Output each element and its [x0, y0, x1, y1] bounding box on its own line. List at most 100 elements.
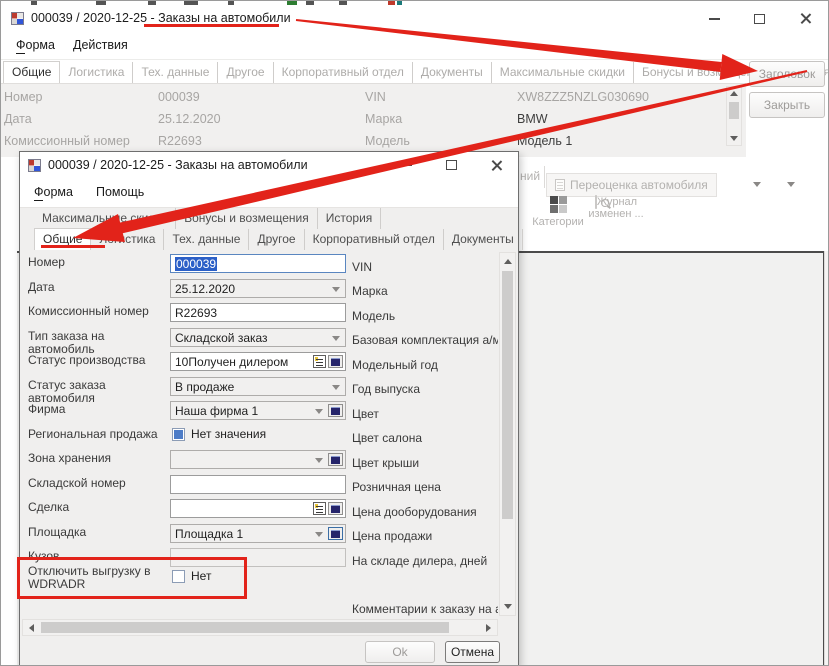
- close-button[interactable]: [791, 8, 819, 28]
- tab-obschie[interactable]: Общие: [3, 61, 60, 83]
- sdelka-input[interactable]: [170, 499, 346, 518]
- artifact: [31, 1, 37, 5]
- dtab-bonusy[interactable]: Бонусы и возмещения: [176, 208, 317, 229]
- toolbar-journal[interactable]: Журнал изменен ...: [587, 196, 645, 220]
- list-select-icon[interactable]: [313, 502, 326, 515]
- tab-dokumenty[interactable]: Документы: [413, 62, 492, 83]
- dtab-dokumenty[interactable]: Документы: [444, 229, 523, 250]
- tip-zakaza-combobox[interactable]: Складской заказ: [170, 328, 346, 347]
- accel-underline: [34, 200, 43, 201]
- right-label-modelny-god: Модельный год: [352, 358, 498, 372]
- right-label-cvet-kryshi: Цвет крыши: [352, 456, 498, 470]
- header-label: Номер: [4, 90, 42, 104]
- scroll-down-icon[interactable]: [504, 604, 512, 609]
- dialog-tabstrip-row2: Общие Логистика Тех. данные Другое Корпо…: [34, 229, 523, 250]
- tab-drugoe[interactable]: Другое: [218, 62, 273, 83]
- chevron-down-icon[interactable]: [312, 525, 326, 542]
- regional-sale-checkbox[interactable]: [172, 428, 185, 441]
- dtab-drugoe[interactable]: Другое: [249, 229, 304, 250]
- cancel-button[interactable]: Отмена: [445, 641, 500, 663]
- tab-teh-dannye[interactable]: Тех. данные: [133, 62, 218, 83]
- komissionny-input[interactable]: R22693: [170, 303, 346, 322]
- chevron-down-icon[interactable]: [329, 329, 343, 346]
- scroll-down-icon[interactable]: [730, 136, 738, 141]
- scroll-right-icon[interactable]: [486, 624, 491, 632]
- right-label-cvet: Цвет: [352, 407, 498, 421]
- zakryt-button[interactable]: Закрыть: [749, 92, 825, 118]
- minimize-button[interactable]: [700, 9, 728, 29]
- dtab-istoriya[interactable]: История: [318, 208, 382, 229]
- tab-korporativnyy-otdel[interactable]: Корпоративный отдел: [274, 62, 413, 83]
- artifact: [306, 1, 314, 5]
- header-value: R22693: [158, 134, 202, 148]
- header-vertical-scrollbar[interactable]: [726, 86, 742, 146]
- header-label: Дата: [4, 112, 32, 126]
- zagolovok-button[interactable]: Заголовок: [749, 61, 825, 87]
- selected-text: 000039: [175, 257, 217, 271]
- open-form-icon[interactable]: [328, 404, 343, 417]
- dialog-titlebar[interactable]: 000039 / 2020-12-25 - Заказы на автомоби…: [20, 152, 518, 181]
- red-underline-obschie-tab: [41, 245, 105, 248]
- open-form-icon[interactable]: [328, 502, 343, 515]
- combo-value: В продаже: [175, 380, 329, 394]
- chevron-down-icon[interactable]: [329, 378, 343, 395]
- revaluation-tab[interactable]: Переоценка автомобиля: [546, 173, 717, 197]
- scrollbar-thumb[interactable]: [729, 102, 739, 119]
- menu-forma[interactable]: Форма: [16, 38, 55, 52]
- dialog-vertical-scrollbar[interactable]: [499, 252, 516, 616]
- minimize-icon: [709, 18, 720, 20]
- dialog-close-button[interactable]: [482, 155, 510, 175]
- open-form-icon[interactable]: [328, 453, 343, 466]
- chevron-down-icon[interactable]: [329, 280, 343, 297]
- right-label-god-vypuska: Год выпуска: [352, 382, 498, 396]
- chevron-down-icon[interactable]: [312, 402, 326, 419]
- data-combobox[interactable]: 25.12.2020: [170, 279, 346, 298]
- open-form-icon[interactable]: [328, 355, 343, 368]
- dialog-minimize-button[interactable]: [392, 155, 420, 175]
- ok-button[interactable]: Ok: [365, 641, 435, 663]
- dialog-menu-pomosch[interactable]: Помощь: [96, 185, 144, 199]
- chevron-down-icon[interactable]: [312, 451, 326, 468]
- dtab-teh-dannye[interactable]: Тех. данные: [164, 229, 249, 250]
- dialog-maximize-button[interactable]: [437, 155, 465, 175]
- field-label: Фирма: [28, 403, 168, 416]
- maximize-icon: [446, 160, 457, 170]
- zona-hraneniya-combobox[interactable]: [170, 450, 346, 469]
- dialog-horizontal-scrollbar[interactable]: [22, 619, 498, 636]
- dtab-maksimalnye-skidki[interactable]: Максимальные скидки: [34, 208, 176, 229]
- field-label: Комиссионный номер: [28, 305, 168, 318]
- dialog-menu-forma[interactable]: Форма: [34, 185, 73, 199]
- status-proizvodstva-input[interactable]: 10Получен дилером: [170, 352, 346, 371]
- scrollbar-thumb[interactable]: [41, 622, 449, 633]
- tab-logistika[interactable]: Логистика: [60, 62, 133, 83]
- right-label-na-sklade: На складе дилера, дней: [352, 554, 498, 568]
- scrollbar-thumb[interactable]: [502, 271, 513, 519]
- minimize-icon: [401, 164, 412, 166]
- red-rectangle-wdr-checkbox: [17, 557, 247, 599]
- scroll-left-icon[interactable]: [29, 624, 34, 632]
- tab-maksimalnye-skidki[interactable]: Максимальные скидки: [492, 62, 634, 83]
- open-form-icon[interactable]: [328, 527, 343, 540]
- status-zakaza-combobox[interactable]: В продаже: [170, 377, 346, 396]
- dropdown-icon[interactable]: [753, 182, 761, 187]
- background-right-scroll-strip[interactable]: [824, 251, 829, 666]
- dialog-menubar: Форма Помощь: [20, 180, 518, 208]
- main-titlebar[interactable]: 000039 / 2020-12-25 - Заказы на автомоби…: [1, 6, 829, 32]
- dtab-korporativnyy-otdel[interactable]: Корпоративный отдел: [305, 229, 444, 250]
- skladskoy-nomer-input[interactable]: [170, 475, 346, 494]
- toolbar-categories[interactable]: Категории: [529, 196, 587, 228]
- scroll-up-icon[interactable]: [504, 259, 512, 264]
- header-value: 25.12.2020: [158, 112, 221, 126]
- header-label: Модель: [365, 134, 410, 148]
- dropdown-icon[interactable]: [787, 182, 795, 187]
- right-label-vin: VIN: [352, 260, 498, 274]
- maximize-button[interactable]: [745, 9, 773, 29]
- header-label: Комиссионный номер: [4, 134, 130, 148]
- zakryt-button-label: Закрыть: [764, 98, 810, 112]
- ploschadka-combobox[interactable]: Площадка 1: [170, 524, 346, 543]
- firma-combobox[interactable]: Наша фирма 1: [170, 401, 346, 420]
- menu-deystviya[interactable]: Действия: [73, 38, 128, 52]
- nomer-input[interactable]: 000039: [170, 254, 346, 273]
- scroll-up-icon[interactable]: [730, 91, 738, 96]
- list-select-icon[interactable]: [313, 355, 326, 368]
